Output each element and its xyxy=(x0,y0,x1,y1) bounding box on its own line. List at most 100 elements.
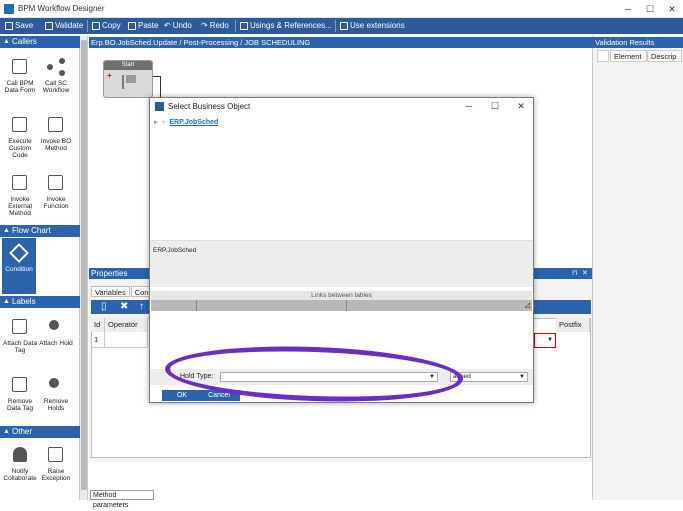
validation-header: Validation Results xyxy=(592,37,683,48)
breadcrumb: Erp.BO.JobSched.Update / Post-Processing… xyxy=(89,37,592,48)
tool-label: Condition xyxy=(5,266,33,273)
dialog-maximize-button[interactable]: ☐ xyxy=(488,99,502,113)
pin-icon[interactable]: ⊓ xyxy=(572,268,577,279)
tree-node-label[interactable]: ERP.JobSched xyxy=(169,119,218,126)
redo-icon: ↷ xyxy=(201,21,208,30)
hold-icon xyxy=(45,316,67,338)
toolbar-divider xyxy=(335,20,336,32)
scrollbar-thumb[interactable] xyxy=(81,40,87,490)
section-label: Callers xyxy=(12,37,37,46)
tool-call-sc-workflow[interactable]: Call SC Workflow xyxy=(38,56,74,94)
sort-icon[interactable]: ◿ xyxy=(525,300,530,311)
save-button[interactable]: Save xyxy=(5,20,33,32)
workflow-icon xyxy=(45,56,67,78)
title-bar: BPM Workflow Designer ─ ☐ ✕ xyxy=(0,0,683,18)
postfix-dropdown[interactable]: ▼ xyxy=(534,333,556,348)
tool-label: Call BPM Data Form xyxy=(4,80,36,94)
tool-invoke-function[interactable]: Invoke Function xyxy=(38,172,74,210)
delete-icon[interactable]: ✖ xyxy=(120,301,128,313)
references-icon xyxy=(240,22,248,30)
tool-remove-holds[interactable]: Remove Holds xyxy=(38,374,74,412)
connector-line xyxy=(160,76,161,97)
exception-icon xyxy=(45,444,67,466)
tool-invoke-external-method[interactable]: Invoke External Method xyxy=(2,172,38,217)
minimize-button[interactable]: ─ xyxy=(620,2,636,16)
dialog-minimize-button[interactable]: ─ xyxy=(462,99,476,113)
plus-icon: + xyxy=(107,71,112,80)
data-form-icon xyxy=(9,56,31,78)
description-area: ERP.JobSched xyxy=(150,241,533,287)
attach-mode-dropdown[interactable]: ached ▼ xyxy=(450,372,528,382)
column-header-description: Descrip xyxy=(647,50,682,62)
tool-remove-data-tag[interactable]: Remove Data Tag xyxy=(2,374,38,412)
validation-column-blank xyxy=(597,50,609,62)
tool-label: Notify Collaborate xyxy=(3,468,37,482)
redo-label: Redo xyxy=(209,21,229,30)
dialog-title: Select Business Object xyxy=(168,102,251,111)
save-label: Save xyxy=(15,21,34,30)
collapse-icon: ▲ xyxy=(3,298,10,305)
tool-condition[interactable]: Condition xyxy=(2,238,36,294)
undo-button[interactable]: ↶ Undo xyxy=(164,20,192,32)
tool-label: Invoke Function xyxy=(43,196,69,210)
start-node[interactable]: Start + xyxy=(103,60,153,98)
panel-close-icon[interactable]: ✕ xyxy=(582,268,588,279)
bo-method-icon xyxy=(45,114,67,136)
validate-icon xyxy=(45,22,53,30)
use-extensions-button[interactable]: Use extensions xyxy=(340,20,405,32)
dialog-close-button[interactable]: ✕ xyxy=(514,99,528,113)
hold-type-label: Hold Type: xyxy=(180,373,214,380)
tool-attach-data-tag[interactable]: Attach Data Tag xyxy=(2,316,38,354)
hold-type-dropdown[interactable]: ▼ xyxy=(220,372,438,382)
operator-cell[interactable] xyxy=(105,332,148,348)
bell-icon xyxy=(9,444,31,466)
tool-invoke-bo-method[interactable]: Invoke BO Method xyxy=(38,114,74,152)
hold-type-row: Hold Type: ▼ ached ▼ xyxy=(150,369,533,385)
links-columns: ◿ xyxy=(151,300,532,311)
extensions-icon xyxy=(340,22,348,30)
business-object-icon: ⁘ xyxy=(160,119,167,126)
tab-variables[interactable]: Variables xyxy=(91,286,130,297)
tool-label: Raise Exception xyxy=(41,468,71,482)
redo-button[interactable]: ↷ Redo xyxy=(201,20,229,32)
maximize-button[interactable]: ☐ xyxy=(642,2,658,16)
toolbox-scrollbar[interactable] xyxy=(80,36,88,500)
labels-section-header[interactable]: ▲ Labels xyxy=(0,296,80,308)
callers-section-header[interactable]: ▲ Callers xyxy=(0,36,80,48)
app-icon xyxy=(4,4,14,14)
new-row-icon[interactable]: ▯ xyxy=(101,301,107,313)
move-up-icon[interactable]: ↑ xyxy=(139,301,144,313)
undo-label: Undo xyxy=(172,21,192,30)
toolbox-panel: ▲ Callers Call BPM Data Form Call SC Work… xyxy=(0,36,80,500)
links-column xyxy=(197,300,347,311)
tool-label: Call SC Workflow xyxy=(42,80,70,94)
column-header-operator: Operator xyxy=(105,318,148,332)
main-toolbar: Save Validate Copy Paste ↶ Undo ↷ Redo Usi… xyxy=(0,18,683,34)
usings-references-button[interactable]: Usings & References... xyxy=(240,20,332,32)
tool-execute-custom-code[interactable]: Execute Custom Code xyxy=(2,114,38,159)
flow-chart-section-header[interactable]: ▲ Flow Chart xyxy=(0,225,80,237)
validate-button[interactable]: Validate xyxy=(45,20,83,32)
close-button[interactable]: ✕ xyxy=(664,2,680,16)
expand-icon[interactable]: ▸ xyxy=(154,118,158,126)
links-grid xyxy=(151,311,532,365)
column-header-postfix: Postfix xyxy=(556,318,590,332)
select-business-object-dialog: Select Business Object ─ ☐ ✕ ▸ ⁘ ERP.Job… xyxy=(149,97,534,403)
paste-button[interactable]: Paste xyxy=(128,20,158,32)
column-header-element: Element xyxy=(610,50,647,62)
copy-button[interactable]: Copy xyxy=(92,20,121,32)
tool-raise-exception[interactable]: Raise Exception xyxy=(38,444,74,482)
cancel-button[interactable]: Cancel xyxy=(198,390,240,401)
links-column xyxy=(151,300,197,311)
paste-icon xyxy=(128,22,136,30)
ok-button[interactable]: OK xyxy=(162,390,202,401)
tree-node-erp-jobsched[interactable]: ▸ ⁘ ERP.JobSched xyxy=(154,118,218,127)
method-parameters-tab[interactable]: Method parameters xyxy=(90,490,154,509)
other-section-header[interactable]: ▲ Other xyxy=(0,426,80,438)
external-method-icon xyxy=(9,172,31,194)
tool-label: Remove Data Tag xyxy=(7,398,33,412)
tool-call-bpm-data-form[interactable]: Call BPM Data Form xyxy=(2,56,38,94)
tool-notify-collaborate[interactable]: Notify Collaborate xyxy=(2,444,38,482)
copy-icon xyxy=(92,22,100,30)
tool-attach-hold[interactable]: Attach Hold xyxy=(38,316,74,347)
